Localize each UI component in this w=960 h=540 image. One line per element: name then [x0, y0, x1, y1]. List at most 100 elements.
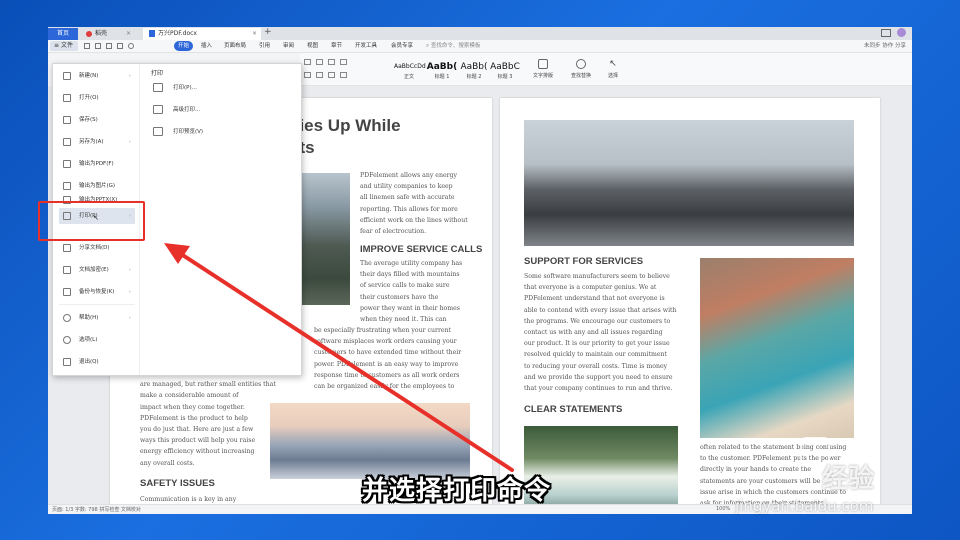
- select-tool[interactable]: ↖ 选择: [596, 59, 630, 79]
- text-line: Some software manufacturers seem to beli…: [524, 273, 670, 280]
- style-heading-1[interactable]: AaBb( 标题 1: [426, 61, 458, 81]
- rocky-beach-photo[interactable]: [524, 120, 854, 246]
- command-search[interactable]: ⌕ 查找命令、搜索模板: [426, 41, 480, 50]
- command-search-placeholder: 查找命令、搜索模板: [430, 43, 481, 49]
- file-menu-button[interactable]: ≡ 文件: [50, 41, 78, 51]
- submenu-print[interactable]: 打印(P)...: [151, 80, 291, 96]
- word-doc-icon: [149, 30, 155, 37]
- tab-developer[interactable]: 开发工具: [355, 41, 377, 51]
- tab-page-layout[interactable]: 页面布局: [224, 41, 246, 51]
- submenu-advanced-print[interactable]: 高级打印...: [151, 102, 291, 118]
- text-line: resolved quickly to maintain our commitm…: [524, 351, 667, 359]
- menu-item-encrypt[interactable]: 文档加密(E) ›: [59, 262, 135, 278]
- menu-item-save[interactable]: 保存(S): [59, 112, 135, 128]
- tab-document[interactable]: 万兴PDF.docx ×: [143, 28, 261, 40]
- tab-home[interactable]: 首页: [48, 28, 78, 40]
- new-tab-button[interactable]: +: [264, 27, 272, 37]
- style-preview: AaBbC: [490, 62, 520, 72]
- select-label: 选择: [607, 73, 618, 79]
- chevron-right-icon: ›: [128, 267, 131, 273]
- list-icon[interactable]: [304, 59, 311, 65]
- section-heading-clear: CLEAR STATEMENTS: [524, 404, 623, 415]
- subtitle-caption: 并选择打印命令: [362, 476, 552, 506]
- magnifier-icon: [576, 59, 586, 69]
- tab-review[interactable]: 审阅: [283, 41, 294, 51]
- align-center-icon[interactable]: [316, 72, 323, 78]
- snowy-mountain-photo[interactable]: [270, 403, 470, 479]
- find-replace-tool[interactable]: 查找替换: [564, 59, 598, 79]
- menu-item-help[interactable]: 帮助(H) ›: [59, 310, 135, 326]
- text-line: contact us with any and all issues regar…: [524, 329, 663, 337]
- border-icon[interactable]: [340, 72, 347, 78]
- print-icon[interactable]: [106, 43, 112, 49]
- menu-item-label: 分享文档(D): [79, 245, 110, 251]
- text-line: often related to the statement being con…: [700, 444, 847, 451]
- title-bar: 首页 稻壳 × 万兴PDF.docx × +: [48, 27, 912, 40]
- ribbon: AaBbCcDd 正文 AaBb( 标题 1 AaBb( 标题 2 AaBbC …: [300, 53, 912, 86]
- style-heading-3[interactable]: AaBbC 标题 3: [488, 61, 522, 81]
- save-icon[interactable]: [84, 43, 90, 49]
- status-left[interactable]: 页面: 1/3 字数: 798 拼写检查 文档校对: [52, 506, 141, 513]
- style-label: 正文: [403, 74, 414, 80]
- aerial-coast-photo[interactable]: [700, 258, 854, 438]
- tab-docer-label: 稻壳: [95, 30, 108, 37]
- text-layout-label: 文字排版: [532, 73, 553, 79]
- tab-insert[interactable]: 插入: [201, 41, 212, 51]
- text-layout-icon: [538, 59, 548, 69]
- menu-item-backup[interactable]: 备份与恢复(K) ›: [59, 284, 135, 300]
- menu-right-actions[interactable]: 未同步 协作 分享: [864, 41, 906, 49]
- menu-item-exit[interactable]: 退出(Q): [59, 354, 135, 370]
- text-line: are managed, but rather small entities t…: [140, 381, 276, 389]
- watermark-text: 经验: [822, 464, 875, 494]
- text-line: software misplaces work orders causing y…: [314, 338, 457, 346]
- tab-member[interactable]: 会员专享: [391, 41, 413, 51]
- paragraph-support: Some software manufacturers seem to beli…: [524, 271, 684, 394]
- avatar[interactable]: [897, 28, 906, 37]
- line-spacing-icon[interactable]: [328, 72, 335, 78]
- menu-item-share[interactable]: 分享文档(D): [59, 240, 135, 256]
- menu-item-open[interactable]: 打开(O): [59, 90, 135, 106]
- submenu-label: 打印预览(V): [173, 129, 204, 135]
- pdf-icon: [63, 160, 71, 168]
- text-line: that your company continues to run and t…: [524, 385, 673, 393]
- export-icon[interactable]: [95, 43, 101, 49]
- find-replace-label: 查找替换: [570, 73, 591, 79]
- titlebar-right: [881, 28, 906, 39]
- close-icon[interactable]: ×: [126, 28, 131, 40]
- tab-chapter[interactable]: 章节: [331, 41, 342, 51]
- menu-item-new[interactable]: 新建(N) ›: [59, 68, 135, 84]
- indent-icon[interactable]: [328, 59, 335, 65]
- text-line: that everyone is a computer genius. We a…: [524, 284, 657, 292]
- style-heading-2[interactable]: AaBb( 标题 2: [458, 61, 490, 81]
- preview-icon[interactable]: [117, 43, 123, 49]
- watermark-url: jingyan.baidu.com: [735, 497, 874, 515]
- menu-item-export-pdf[interactable]: 输出为PDF(F): [59, 156, 135, 172]
- zoom-level[interactable]: 100%: [716, 506, 730, 512]
- style-preview: AaBbCcDd: [394, 63, 426, 70]
- tab-references[interactable]: 引用: [259, 41, 270, 51]
- numbered-list-icon[interactable]: [316, 59, 323, 65]
- menu-item-label: 输出为PDF(F): [79, 161, 114, 167]
- text-line: The average utility company has: [360, 260, 463, 267]
- outdent-icon[interactable]: [340, 59, 347, 65]
- undo-icon[interactable]: [128, 43, 134, 49]
- menu-item-options[interactable]: 选项(L): [59, 332, 135, 348]
- menu-item-save-as[interactable]: 另存为(A) ›: [59, 134, 135, 150]
- mountain-photo[interactable]: [296, 173, 350, 305]
- docer-icon: [86, 30, 92, 37]
- tab-view[interactable]: 视图: [307, 41, 318, 51]
- align-left-icon[interactable]: [304, 72, 311, 78]
- tab-start[interactable]: 开始: [174, 41, 194, 51]
- menu-item-label: 退出(Q): [79, 359, 99, 365]
- window-layout-icon[interactable]: [881, 29, 892, 37]
- menu-item-label: 输出为图片(G): [79, 183, 116, 189]
- text-line: power. PDFelement is an easy way to impr…: [314, 360, 459, 368]
- menu-item-export-image[interactable]: 输出为图片(G): [59, 178, 135, 194]
- close-icon[interactable]: ×: [252, 28, 257, 40]
- folder-icon: [63, 94, 71, 102]
- text-layout-tool[interactable]: 文字排版: [526, 59, 560, 79]
- tab-docer[interactable]: 稻壳 ×: [80, 28, 135, 40]
- text-line: and utility companies to keep: [360, 183, 453, 191]
- submenu-print-preview[interactable]: 打印预览(V): [151, 124, 291, 140]
- style-normal[interactable]: AaBbCcDd 正文: [394, 61, 426, 81]
